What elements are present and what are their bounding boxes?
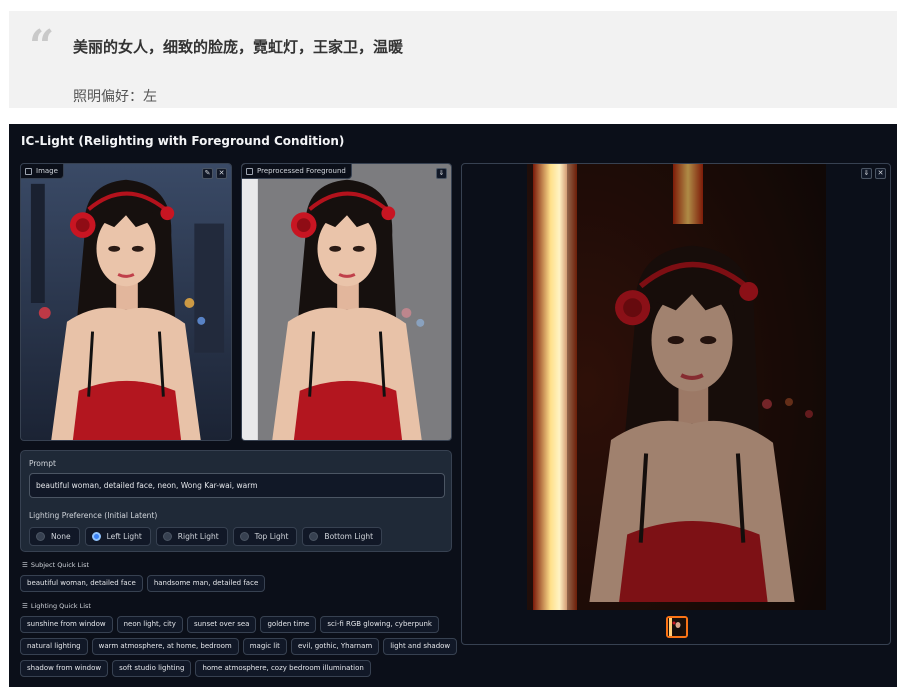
download-icon[interactable]: ⇓ (861, 168, 872, 179)
quote-title: 美丽的女人，细致的脸庞，霓虹灯，王家卫，温暖 (73, 38, 404, 56)
lighting-chip[interactable]: light and shadow (383, 638, 458, 655)
quote-subtitle: 照明偏好：左 (73, 89, 157, 105)
download-icon[interactable]: ⇓ (436, 168, 447, 179)
close-icon[interactable]: ✕ (216, 168, 227, 179)
radio-none[interactable]: None (29, 527, 80, 546)
ic-light-app: IC-Light (Relighting with Foreground Con… (9, 124, 897, 687)
relit-output-image[interactable] (527, 164, 826, 610)
lighting-chip[interactable]: neon light, city (116, 616, 183, 633)
image-icon (25, 167, 32, 175)
image-label-text: Image (36, 166, 58, 175)
thumbnail-image (668, 618, 686, 636)
lighting-chip[interactable]: golden time (260, 616, 317, 633)
preprocessed-foreground-panel: Preprocessed Foreground ⇓ (241, 163, 452, 441)
settings-form: Prompt beautiful woman, detailed face, n… (20, 450, 452, 552)
foreground-portrait-image (242, 164, 451, 440)
lighting-quick-row-1: sunshine from window neon light, city su… (20, 616, 439, 633)
quote-mark-icon: “ (29, 21, 55, 72)
foreground-panel-label: Preprocessed Foreground (242, 164, 352, 179)
lighting-quick-row-2: natural lighting warm atmosphere, at hom… (20, 638, 458, 655)
radio-dot (309, 532, 319, 541)
radio-bottom-light[interactable]: Bottom Light (302, 527, 383, 546)
quote-block: “ 美丽的女人，细致的脸庞，霓虹灯，王家卫，温暖 照明偏好：左 (9, 11, 897, 108)
radio-right-light[interactable]: Right Light (155, 527, 228, 546)
lighting-quick-list-label: ☰ Lighting Quick List (22, 602, 91, 610)
lighting-chip[interactable]: natural lighting (20, 638, 88, 655)
subject-chip[interactable]: beautiful woman, detailed face (20, 575, 143, 592)
subject-chip[interactable]: handsome man, detailed face (146, 575, 266, 592)
lighting-chip[interactable]: sunset over sea (186, 616, 257, 633)
subject-quick-list-label: ☰ Subject Quick List (22, 561, 90, 569)
output-gallery-panel: ⇓ ✕ (461, 163, 891, 645)
output-thumbnail[interactable] (666, 616, 688, 638)
image-input-panel[interactable]: Image ✎ ✕ (20, 163, 232, 441)
edit-icon[interactable]: ✎ (202, 168, 213, 179)
radio-dot (36, 532, 45, 541)
radio-dot (162, 532, 172, 541)
radio-label: Right Light (177, 532, 219, 541)
radio-label: None (51, 532, 71, 541)
prompt-input[interactable]: beautiful woman, detailed face, neon, Wo… (29, 473, 445, 498)
subject-quick-list: beautiful woman, detailed face handsome … (20, 575, 266, 592)
close-icon[interactable]: ✕ (875, 168, 886, 179)
lighting-chip[interactable]: shadow from window (20, 660, 109, 677)
image-icon (246, 167, 253, 175)
radio-top-light[interactable]: Top Light (232, 527, 298, 546)
radio-label: Bottom Light (324, 532, 374, 541)
list-icon: ☰ (22, 561, 28, 569)
radio-label: Top Light (254, 532, 289, 541)
radio-label: Left Light (106, 532, 142, 541)
lighting-radio-group: None Left Light Right Light Top Light Bo… (29, 527, 383, 546)
radio-dot (239, 532, 249, 541)
output-portrait (527, 164, 826, 610)
lighting-chip[interactable]: magic lit (242, 638, 287, 655)
lighting-chip[interactable]: soft studio lighting (112, 660, 192, 677)
lighting-chip[interactable]: home atmosphere, cozy bedroom illuminati… (195, 660, 371, 677)
radio-left-light[interactable]: Left Light (84, 527, 151, 546)
prompt-label: Prompt (29, 459, 56, 468)
lighting-chip[interactable]: evil, gothic, Yharnam (290, 638, 380, 655)
radio-dot-selected (91, 532, 101, 541)
lighting-chip[interactable]: sci-fi RGB glowing, cyberpunk (320, 616, 439, 633)
image-panel-label: Image (21, 164, 64, 179)
lighting-chip[interactable]: warm atmosphere, at home, bedroom (91, 638, 239, 655)
lighting-preference-label: Lighting Preference (Initial Latent) (29, 511, 158, 520)
lighting-chip[interactable]: sunshine from window (20, 616, 113, 633)
app-title: IC-Light (Relighting with Foreground Con… (21, 134, 345, 148)
list-icon: ☰ (22, 602, 28, 610)
lighting-quick-row-3: shadow from window soft studio lighting … (20, 660, 371, 677)
foreground-label-text: Preprocessed Foreground (257, 166, 346, 175)
input-portrait-image (21, 164, 231, 440)
